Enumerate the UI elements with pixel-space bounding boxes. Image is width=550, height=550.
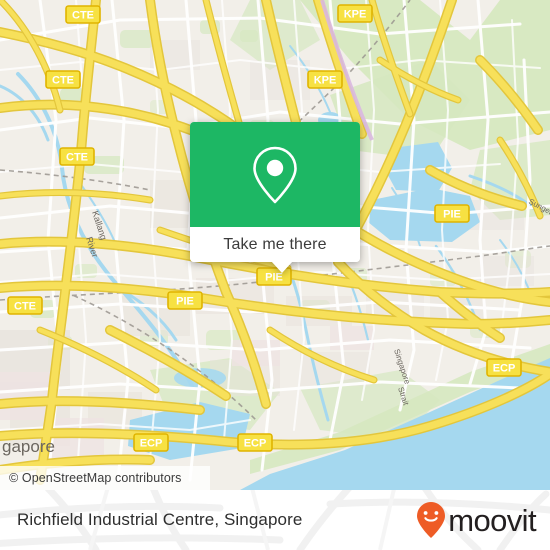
footer-content: Richfield Industrial Centre, Singapore m… (0, 490, 550, 550)
road-shield-label: PIE (265, 272, 283, 284)
moovit-smiley-pin-icon (417, 502, 446, 538)
map-place-label: gapore (2, 437, 55, 456)
moovit-brand[interactable]: moovit (416, 501, 537, 539)
road-shield: CTE (65, 5, 101, 24)
road-shield: KPE (337, 4, 373, 23)
take-me-there-label: Take me there (223, 235, 327, 253)
osm-attribution: © OpenStreetMap contributors (0, 466, 210, 490)
map-canvas[interactable]: CTE CTE CTE CTE KPE KPE PIE PIE PIE ECP ECP ECP gap… (0, 0, 550, 490)
popup-header (190, 122, 360, 227)
bottom-info-bar: Richfield Industrial Centre, Singapore m… (0, 490, 550, 550)
road-shield-label: CTE (72, 10, 94, 22)
road-shield: PIE (434, 204, 470, 223)
location-pin-icon (253, 146, 297, 203)
popup-pointer-tail (271, 261, 293, 273)
road-shield: PIE (167, 291, 203, 310)
road-shield-label: CTE (14, 301, 36, 313)
road-shield: ECP (237, 433, 273, 452)
road-shield-label: CTE (66, 152, 88, 164)
moovit-map-screenshot: CTE CTE CTE CTE KPE KPE PIE PIE PIE ECP ECP ECP gap… (0, 0, 550, 550)
moovit-wordmark: moovit (448, 502, 536, 538)
osm-attribution-text: © OpenStreetMap contributors (9, 471, 182, 485)
road-shield: CTE (45, 70, 81, 89)
road-shield: ECP (486, 358, 522, 377)
road-shield-label: CTE (52, 75, 74, 87)
place-name-label: Richfield Industrial Centre, Singapore (17, 510, 303, 529)
location-popup-card[interactable]: Take me there (190, 122, 360, 273)
road-shield-label: PIE (176, 296, 194, 308)
road-shield-label: ECP (244, 438, 267, 450)
popup-body: Take me there (190, 122, 360, 262)
road-shield: KPE (307, 70, 343, 89)
road-shield-label: KPE (344, 9, 367, 21)
road-shield-label: KPE (314, 75, 337, 87)
road-shield: CTE (59, 147, 95, 166)
road-shield: ECP (133, 433, 169, 452)
road-shield-label: ECP (140, 438, 163, 450)
road-shield: CTE (7, 296, 43, 315)
popup-action-row[interactable]: Take me there (190, 227, 360, 262)
road-shield-label: ECP (493, 363, 516, 375)
road-shield-label: PIE (443, 209, 461, 221)
